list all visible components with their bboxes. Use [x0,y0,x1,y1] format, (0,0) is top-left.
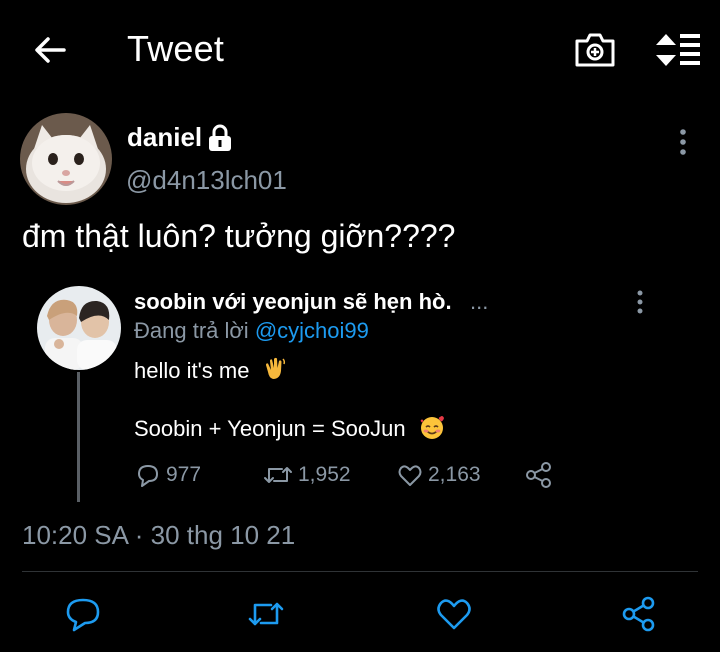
quoted-author-ellipsis: ... [470,289,489,314]
waving-hand-emoji-icon [262,356,288,388]
lock-icon [206,124,234,152]
author-name[interactable]: daniel [127,122,202,153]
sort-button[interactable] [654,32,702,68]
retweet-icon [248,602,284,626]
author-handle: @d4n13lch01 [126,165,287,195]
like-count[interactable]: 2,163 [396,460,481,490]
retweet-count[interactable]: 1,952 [262,460,351,490]
arrow-left-icon [35,37,66,63]
share-button[interactable] [524,460,558,490]
smiling-face-with-hearts-emoji-icon [418,413,446,447]
share-icon [526,462,551,488]
quoted-text-line1: hello it's me [134,356,288,388]
like-button[interactable] [434,594,474,634]
cat-avatar-image [20,113,112,205]
quoted-avatar[interactable] [37,286,121,370]
retweet-button[interactable] [246,594,286,634]
more-options-button[interactable] [668,125,698,159]
reply-mention-link[interactable]: @cyjchoi99 [255,318,369,343]
heart-icon [437,599,471,630]
quoted-text-line2-content: Soobin + Yeonjun = SooJun [134,415,406,441]
page-title: Tweet [127,28,225,69]
share-action-button[interactable] [619,594,659,634]
more-vertical-icon [680,129,686,155]
heart-icon [398,465,422,486]
tweet-timestamp: 10:20 SA · 30 thg 10 21 [22,520,296,550]
reply-count[interactable]: 977 [134,460,201,490]
reply-icon [138,465,158,487]
replying-to: Đang trả lời @cyjchoi99 [134,318,369,344]
share-icon [622,596,655,632]
two-people-avatar-image [37,286,121,370]
camera-button[interactable] [573,29,617,69]
replying-to-label: Đang trả lời [134,318,255,343]
quoted-author-name[interactable]: soobin với yeonjun sẽ hẹn hò. [134,289,452,315]
camera-icon [575,33,615,67]
more-vertical-icon [637,290,643,314]
back-button[interactable] [30,30,70,70]
reply-button[interactable] [63,594,103,634]
retweet-icon [264,467,292,483]
reply-icon [66,598,100,632]
retweet-count-value: 1,952 [298,463,351,486]
tweet-text: đm thật luôn? tưởng giỡn???? [22,218,456,254]
quoted-more-options-button[interactable] [626,286,654,318]
divider [22,571,698,572]
quoted-text-line1-content: hello it's me [134,357,250,383]
sort-icon [656,34,700,66]
avatar[interactable] [20,113,112,205]
quoted-text-line2: Soobin + Yeonjun = SooJun [134,413,446,447]
like-count-value: 2,163 [428,463,481,486]
reply-count-value: 977 [166,463,202,486]
thread-line [77,372,80,502]
